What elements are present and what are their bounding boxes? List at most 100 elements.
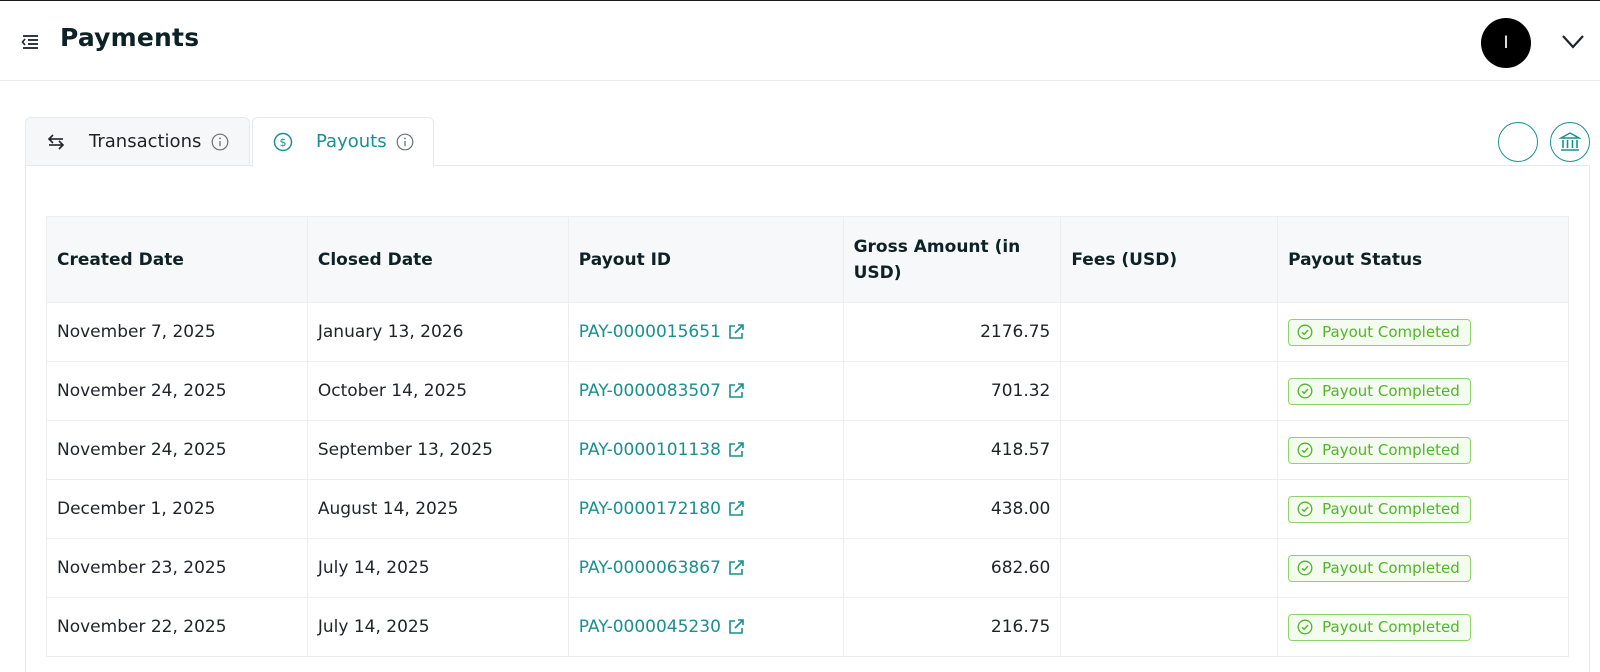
- tab-transactions-label: Transactions: [89, 131, 202, 152]
- status-badge: Payout Completed: [1288, 554, 1471, 582]
- payout-status-cell: Payout Completed: [1277, 597, 1569, 657]
- gross-amount-cell: 682.60: [842, 538, 1062, 598]
- tab-payouts-label: Payouts: [316, 131, 387, 152]
- chevron-down-icon[interactable]: [1560, 31, 1586, 53]
- fees-cell: [1060, 538, 1279, 598]
- check-circle-icon: [1297, 324, 1313, 340]
- status-label: Payout Completed: [1322, 323, 1460, 341]
- gross-amount: 418.57: [990, 440, 1051, 460]
- avatar[interactable]: I: [1481, 18, 1531, 68]
- closed-date: July 14, 2025: [317, 617, 430, 637]
- payout-id[interactable]: PAY-0000015651: [579, 322, 721, 342]
- closed-date: January 13, 2026: [317, 322, 464, 342]
- payout-id[interactable]: PAY-0000172180: [579, 499, 721, 519]
- column-header[interactable]: Fees (USD): [1060, 216, 1279, 303]
- status-label: Payout Completed: [1322, 559, 1460, 577]
- payout-id-link[interactable]: PAY-0000063867: [579, 558, 745, 578]
- status-label: Payout Completed: [1322, 441, 1460, 459]
- closed-date-cell: August 14, 2025: [306, 479, 569, 539]
- payout-id-link[interactable]: PAY-0000045230: [579, 617, 745, 637]
- created-date-cell: November 22, 2025: [46, 597, 308, 657]
- payout-id-link[interactable]: PAY-0000172180: [579, 499, 745, 519]
- payout-id[interactable]: PAY-0000063867: [579, 558, 721, 578]
- fees-cell: [1060, 420, 1279, 480]
- closed-date: July 14, 2025: [317, 558, 430, 578]
- external-link-icon[interactable]: [727, 618, 745, 636]
- info-icon[interactable]: [396, 133, 414, 151]
- closed-date-cell: January 13, 2026: [306, 302, 569, 362]
- closed-date-cell: September 13, 2025: [306, 420, 569, 480]
- payout-id-link[interactable]: PAY-0000083507: [579, 381, 745, 401]
- column-header[interactable]: Payout ID: [567, 216, 844, 303]
- created-date: November 24, 2025: [57, 381, 227, 401]
- external-link-icon[interactable]: [727, 382, 745, 400]
- payout-id[interactable]: PAY-0000045230: [579, 617, 721, 637]
- created-date: November 7, 2025: [57, 322, 216, 342]
- created-date: November 23, 2025: [57, 558, 227, 578]
- bank-account-button[interactable]: [1550, 122, 1590, 162]
- status-label: Payout Completed: [1322, 618, 1460, 636]
- status-badge: Payout Completed: [1288, 495, 1471, 523]
- closed-date-cell: October 14, 2025: [306, 361, 569, 421]
- check-circle-icon: [1297, 442, 1313, 458]
- action-circle-button[interactable]: [1498, 122, 1538, 162]
- closed-date: September 13, 2025: [317, 440, 493, 460]
- column-header[interactable]: Gross Amount (in USD): [842, 216, 1062, 303]
- created-date-cell: November 23, 2025: [46, 538, 308, 598]
- external-link-icon[interactable]: [727, 323, 745, 341]
- gross-amount: 438.00: [990, 499, 1051, 519]
- payout-id-link[interactable]: PAY-0000101138: [579, 440, 745, 460]
- payout-status-cell: Payout Completed: [1277, 420, 1569, 480]
- fees-cell: [1060, 361, 1279, 421]
- table-row: November 24, 2025 October 14, 2025 PAY-0…: [46, 361, 1569, 421]
- payout-id-cell: PAY-0000101138: [567, 420, 844, 480]
- payout-status-cell: Payout Completed: [1277, 538, 1569, 598]
- gross-amount-cell: 701.32: [842, 361, 1062, 421]
- payout-id[interactable]: PAY-0000083507: [579, 381, 721, 401]
- table-row: November 23, 2025 July 14, 2025 PAY-0000…: [46, 538, 1569, 598]
- tab-payouts[interactable]: $ Payouts: [252, 117, 434, 167]
- table-row: December 1, 2025 August 14, 2025 PAY-000…: [46, 479, 1569, 539]
- payout-id[interactable]: PAY-0000101138: [579, 440, 721, 460]
- payout-id-cell: PAY-0000045230: [567, 597, 844, 657]
- gross-amount: 682.60: [990, 558, 1051, 578]
- table-header-row: Created Date Closed Date Payout ID Gross…: [46, 216, 1569, 303]
- swap-arrows-icon: [47, 134, 65, 150]
- column-header[interactable]: Closed Date: [306, 216, 569, 303]
- payout-status-cell: Payout Completed: [1277, 361, 1569, 421]
- menu-collapse-icon[interactable]: [19, 32, 41, 52]
- gross-amount: 2176.75: [980, 322, 1051, 342]
- external-link-icon[interactable]: [727, 441, 745, 459]
- check-circle-icon: [1297, 560, 1313, 576]
- created-date-cell: November 7, 2025: [46, 302, 308, 362]
- gross-amount-cell: 438.00: [842, 479, 1062, 539]
- svg-text:$: $: [280, 136, 287, 149]
- payout-id-cell: PAY-0000063867: [567, 538, 844, 598]
- created-date-cell: November 24, 2025: [46, 420, 308, 480]
- created-date: December 1, 2025: [57, 499, 216, 519]
- status-badge: Payout Completed: [1288, 436, 1471, 464]
- page-title: Payments: [60, 23, 200, 52]
- status-badge: Payout Completed: [1288, 613, 1471, 641]
- external-link-icon[interactable]: [727, 500, 745, 518]
- check-circle-icon: [1297, 501, 1313, 517]
- top-bar: Payments I: [0, 0, 1600, 81]
- payout-id-link[interactable]: PAY-0000015651: [579, 322, 745, 342]
- fees-cell: [1060, 597, 1279, 657]
- external-link-icon[interactable]: [727, 559, 745, 577]
- payout-id-cell: PAY-0000015651: [567, 302, 844, 362]
- created-date-cell: December 1, 2025: [46, 479, 308, 539]
- info-icon[interactable]: [211, 133, 229, 151]
- tab-transactions[interactable]: Transactions: [25, 117, 250, 166]
- payout-id-cell: PAY-0000172180: [567, 479, 844, 539]
- column-header[interactable]: Payout Status: [1277, 216, 1569, 303]
- table-row: November 24, 2025 September 13, 2025 PAY…: [46, 420, 1569, 480]
- payouts-table: Created Date Closed Date Payout ID Gross…: [46, 216, 1569, 657]
- created-date: November 24, 2025: [57, 440, 227, 460]
- closed-date: October 14, 2025: [317, 381, 468, 401]
- fees-cell: [1060, 302, 1279, 362]
- column-header[interactable]: Created Date: [46, 216, 308, 303]
- gross-amount: 701.32: [990, 381, 1051, 401]
- table-row: November 7, 2025 January 13, 2026 PAY-00…: [46, 302, 1569, 362]
- closed-date-cell: July 14, 2025: [306, 538, 569, 598]
